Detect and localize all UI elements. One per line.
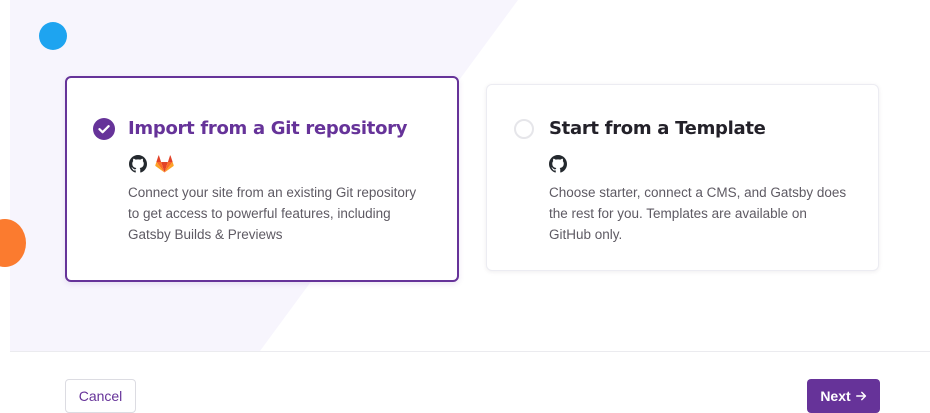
github-icon (129, 155, 147, 173)
import-git-option-card[interactable]: Import from a Git repository Connect you… (65, 76, 459, 282)
import-git-title: Import from a Git repository (128, 118, 408, 139)
gitlab-icon (155, 155, 174, 173)
import-git-description: Connect your site from an existing Git r… (128, 185, 417, 242)
github-icon (549, 155, 567, 173)
start-template-title: Start from a Template (549, 118, 766, 139)
template-provider-icons (549, 155, 567, 173)
decorative-blue-dot (39, 22, 67, 50)
git-provider-icons (129, 155, 174, 173)
footer-divider (10, 351, 930, 352)
arrow-right-icon (855, 391, 867, 401)
cancel-button-label: Cancel (78, 388, 123, 404)
selected-check-icon (93, 118, 115, 140)
unselected-radio-icon (514, 119, 534, 139)
start-template-option-card[interactable]: Start from a Template Choose starter, co… (486, 84, 879, 271)
cancel-button[interactable]: Cancel (65, 379, 136, 413)
start-template-description: Choose starter, connect a CMS, and Gatsb… (549, 185, 847, 242)
next-button[interactable]: Next (807, 379, 880, 413)
next-button-label: Next (820, 388, 851, 404)
